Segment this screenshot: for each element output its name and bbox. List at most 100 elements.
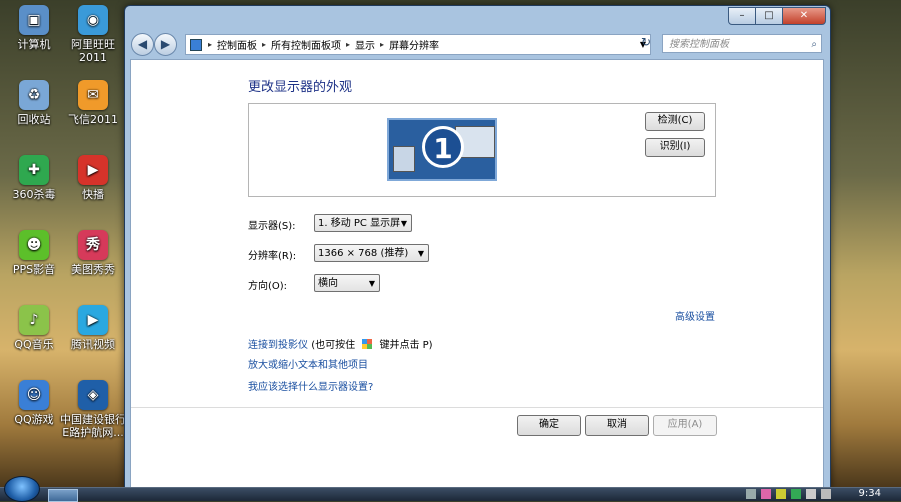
kuaibo-icon: ▶ xyxy=(78,155,108,185)
address-bar[interactable]: ▸ 控制面板 ▸ 所有控制面板项 ▸ 显示 ▸ 屏幕分辨率 ▼ xyxy=(185,34,651,55)
display-select[interactable]: 1. 移动 PC 显示屏 ▼ xyxy=(314,214,412,232)
display-value: 1. 移动 PC 显示屏 xyxy=(318,218,401,229)
desktop-shortcut[interactable]: ☻ PPS影音 xyxy=(0,230,68,276)
resolution-select[interactable]: 1366 × 768 (推荐) ▼ xyxy=(314,244,429,262)
projector-row: 连接到投影仪 (也可按住 键并点击 P) xyxy=(248,336,433,351)
orientation-label: 方向(O): xyxy=(248,281,288,292)
projector-hint: (也可按住 xyxy=(311,340,356,351)
breadcrumb-separator: ▸ xyxy=(208,40,213,49)
desktop-shortcut[interactable]: ✚ 360杀毒 xyxy=(0,155,68,201)
volume-icon[interactable] xyxy=(821,489,831,499)
windows-key-icon xyxy=(362,339,373,349)
desktop-shortcut[interactable]: ✉ 飞信2011 xyxy=(59,80,127,126)
control-panel-icon xyxy=(190,38,202,51)
desktop-shortcut-label: QQ游戏 xyxy=(14,413,54,426)
orientation-select[interactable]: 横向 ▼ xyxy=(314,274,380,292)
monitor-graphic xyxy=(393,146,415,172)
control-panel-window: – □ ✕ ◀ ▶ ▸ 控制面板 ▸ 所有控制面板项 ▸ 显示 ▸ 屏幕分辨率 … xyxy=(124,5,831,489)
desktop-shortcut[interactable]: ♻ 回收站 xyxy=(0,80,68,126)
start-button[interactable] xyxy=(4,476,40,502)
advanced-settings-link[interactable]: 高级设置 xyxy=(675,308,715,323)
fetion-icon: ✉ xyxy=(78,80,108,110)
recycle-bin-icon: ♻ xyxy=(19,80,49,110)
desktop-shortcut-label: 飞信2011 xyxy=(68,113,118,126)
aliwangwang-icon: ◉ xyxy=(78,5,108,35)
forward-button[interactable]: ▶ xyxy=(154,33,177,56)
search-placeholder: 搜索控制面板 xyxy=(669,39,729,50)
breadcrumb-display[interactable]: 显示 xyxy=(352,37,378,52)
which-settings-link[interactable]: 我应该选择什么显示器设置? xyxy=(248,378,373,393)
breadcrumb-screen-resolution[interactable]: 屏幕分辨率 xyxy=(386,37,442,52)
qq-music-icon: ♪ xyxy=(19,305,49,335)
tray-shield-icon[interactable] xyxy=(791,489,801,499)
back-arrow-icon: ◀ xyxy=(137,37,148,51)
computer-icon: ▣ xyxy=(19,5,49,35)
identify-button[interactable]: 识别(I) xyxy=(645,138,705,157)
desktop-shortcut[interactable]: ◈ 中国建设银行 E路护航网... xyxy=(59,380,127,439)
page-title: 更改显示器的外观 xyxy=(248,80,353,95)
breadcrumb-all-items[interactable]: 所有控制面板项 xyxy=(268,37,344,52)
pps-icon: ☻ xyxy=(19,230,49,260)
display-label: 显示器(S): xyxy=(248,221,296,232)
divider xyxy=(131,407,823,408)
chevron-down-icon: ▼ xyxy=(417,249,424,258)
meitu-icon: 秀 xyxy=(78,230,108,260)
display-preview: 1 检测(C) 识别(I) xyxy=(248,103,716,197)
taskbar-item-control-panel[interactable] xyxy=(48,489,78,502)
orientation-value: 横向 xyxy=(318,278,338,289)
breadcrumb-separator[interactable]: ▸ xyxy=(260,40,268,49)
desktop-shortcut-label: 腾讯视频 xyxy=(71,338,115,351)
search-icon[interactable]: ⌕ xyxy=(811,35,817,54)
desktop-shortcut[interactable]: ☺ QQ游戏 xyxy=(0,380,68,426)
resolution-label: 分辨率(R): xyxy=(248,251,297,262)
connect-projector-link[interactable]: 连接到投影仪 xyxy=(248,340,308,351)
projector-hint-end: 键并点击 P) xyxy=(379,340,433,351)
desktop-shortcut[interactable]: ♪ QQ音乐 xyxy=(0,305,68,351)
back-button[interactable]: ◀ xyxy=(131,33,154,56)
desktop-shortcut-label: 阿里旺旺 2011 xyxy=(71,38,115,64)
tray-app-icon[interactable] xyxy=(776,489,786,499)
desktop-shortcut-label: QQ音乐 xyxy=(14,338,54,351)
maximize-button[interactable]: □ xyxy=(755,7,783,25)
taskbar-clock[interactable]: 9:34 xyxy=(859,488,881,499)
breadcrumb-separator[interactable]: ▸ xyxy=(378,40,386,49)
minimize-button[interactable]: – xyxy=(728,7,756,25)
detect-button[interactable]: 检测(C) xyxy=(645,112,705,131)
resolution-value: 1366 × 768 (推荐) xyxy=(318,248,409,259)
cancel-button[interactable]: 取消 xyxy=(585,415,649,436)
forward-arrow-icon: ▶ xyxy=(160,37,171,51)
breadcrumb-separator[interactable]: ▸ xyxy=(344,40,352,49)
text-size-link[interactable]: 放大或缩小文本和其他项目 xyxy=(248,356,368,371)
desktop-shortcut[interactable]: ▶ 快播 xyxy=(59,155,127,201)
network-icon[interactable] xyxy=(806,489,816,499)
monitor-number-badge: 1 xyxy=(422,126,464,168)
screen-resolution-panel: 更改显示器的外观 1 检测(C) 识别(I) 显示器(S): 1. 移动 PC … xyxy=(130,59,824,488)
desktop-shortcut-label: 回收站 xyxy=(17,113,51,126)
window-controls: – □ ✕ xyxy=(728,7,826,25)
desktop-shortcut-label: PPS影音 xyxy=(12,263,56,276)
tray-app-icon[interactable] xyxy=(746,489,756,499)
breadcrumb-control-panel[interactable]: 控制面板 xyxy=(214,37,260,52)
search-input[interactable]: 搜索控制面板 ⌕ xyxy=(662,34,822,53)
refresh-icon[interactable]: ↻ xyxy=(637,35,655,53)
tencent-video-icon: ▶ xyxy=(78,305,108,335)
navigation-bar: ◀ ▶ ▸ 控制面板 ▸ 所有控制面板项 ▸ 显示 ▸ 屏幕分辨率 ▼ ↻ 搜索… xyxy=(129,32,824,56)
tray-app-icon[interactable] xyxy=(761,489,771,499)
close-button[interactable]: ✕ xyxy=(782,7,826,25)
desktop-shortcut[interactable]: ▣ 计算机 xyxy=(0,5,68,51)
desktop-shortcut[interactable]: ◉ 阿里旺旺 2011 xyxy=(59,5,127,64)
desktop-shortcut-label: 美图秀秀 xyxy=(71,263,115,276)
desktop-shortcut[interactable]: ▶ 腾讯视频 xyxy=(59,305,127,351)
desktop-shortcut-label: 计算机 xyxy=(17,38,51,51)
apply-button[interactable]: 应用(A) xyxy=(653,415,717,436)
desktop-shortcut-label: 快播 xyxy=(82,188,104,201)
antivirus-360-icon: ✚ xyxy=(19,155,49,185)
ok-button[interactable]: 确定 xyxy=(517,415,581,436)
desktop-shortcut-label: 360杀毒 xyxy=(12,188,56,201)
monitor-1-tile[interactable]: 1 xyxy=(387,118,497,181)
qq-game-icon: ☺ xyxy=(19,380,49,410)
desktop-shortcut[interactable]: 秀美图秀秀 xyxy=(59,230,127,276)
desktop-shortcut-label: 中国建设银行 E路护航网... xyxy=(60,413,126,439)
chevron-down-icon: ▼ xyxy=(368,279,375,288)
ccb-icon: ◈ xyxy=(78,380,108,410)
